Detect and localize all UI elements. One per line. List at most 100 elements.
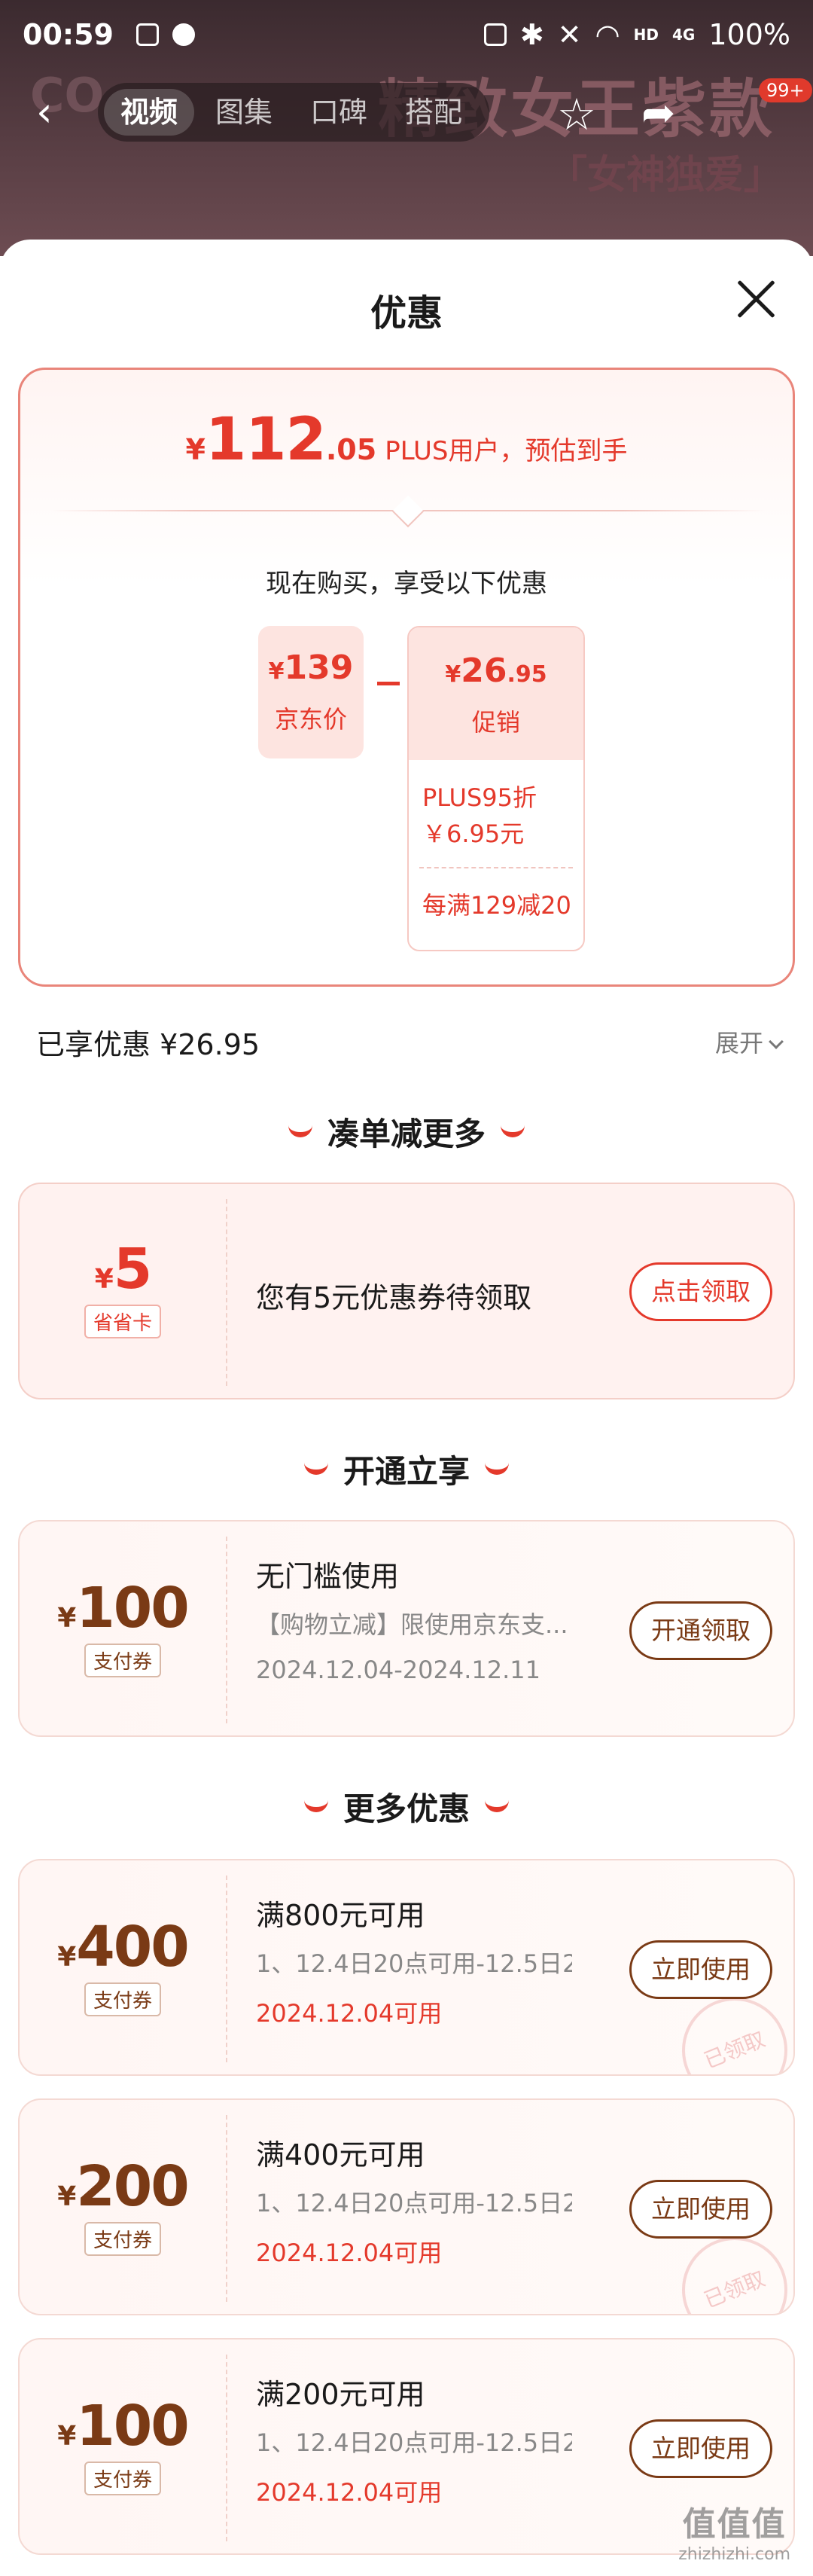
coupon-validity: 2024.12.04可用 bbox=[256, 2239, 443, 2267]
promo-item1-line2: ￥6.95元 bbox=[422, 819, 525, 848]
discount-sheet: 优惠 ¥112.05 PLUS用户，预估到手 现在购买，享受以下优惠 ¥139 … bbox=[0, 240, 813, 2576]
coupon-value: 5 bbox=[113, 1237, 152, 1302]
smile-left-icon bbox=[303, 1463, 328, 1475]
sheet-title: 优惠 bbox=[370, 292, 443, 334]
tab-gallery[interactable]: 图集 bbox=[199, 89, 289, 136]
estimated-price: ¥112.05 PLUS用户，预估到手 bbox=[20, 406, 793, 474]
enjoyed-discount-text: 已享优惠 ¥26.95 bbox=[36, 1028, 260, 1061]
product-header-background: CO 精致女王紫款 「女神独爱」 00:59 ✱ ✕ ◠ HD 4G 100% … bbox=[0, 0, 813, 256]
promo-item-full-reduction: 每满129减20 bbox=[422, 891, 571, 920]
claim-coupon-button[interactable]: 点击领取 bbox=[629, 1262, 772, 1321]
section-title-more: 更多优惠 bbox=[343, 1790, 470, 1827]
coupon-tag: 支付券 bbox=[84, 1644, 161, 1677]
coupon-description: 1、12.4日20点可用-12.5日2... bbox=[256, 2189, 572, 2217]
savings-card-coupon: ¥5 省省卡 您有5元优惠券待领取 点击领取 bbox=[18, 1183, 795, 1399]
activate-claim-button[interactable]: 开通领取 bbox=[629, 1601, 772, 1660]
gallery-notification-icon bbox=[136, 23, 159, 46]
coupon-currency: ¥ bbox=[57, 1942, 77, 1973]
wifi-icon: ◠ bbox=[595, 18, 620, 51]
payment-coupon-activate: ¥100 支付券 无门槛使用 【购物立减】限使用京东支... 2024.12.0… bbox=[18, 1520, 795, 1737]
coupon-currency: ¥ bbox=[94, 1264, 114, 1295]
favorite-star-icon[interactable]: ☆ bbox=[557, 89, 596, 140]
status-bar: 00:59 ✱ ✕ ◠ HD 4G 100% bbox=[0, 0, 813, 69]
watermark-logo: 值值值 bbox=[682, 2505, 787, 2544]
coupon-value: 100 bbox=[76, 1576, 189, 1641]
promo-currency: ¥ bbox=[445, 661, 461, 688]
coupon-description: 【购物立减】限使用京东支... bbox=[256, 1610, 568, 1639]
price-decimal: .05 bbox=[325, 433, 377, 466]
discount-breakdown-heading: 现在购买，享受以下优惠 bbox=[266, 569, 547, 599]
coupon-title: 满200元可用 bbox=[256, 2378, 425, 2411]
coupon-validity: 2024.12.04-2024.12.11 bbox=[256, 1656, 540, 1684]
smile-left-icon bbox=[303, 1800, 328, 1812]
section-heading-activate: 开通立享 bbox=[0, 1446, 813, 1492]
coupon-perforation bbox=[226, 1876, 227, 2062]
product-banner-subtitle: 「女神独爱」 bbox=[547, 153, 783, 198]
payment-coupon: ¥400 支付券 满800元可用 1、12.4日20点可用-12.5日2... … bbox=[18, 1859, 795, 2076]
battery-level: 100% bbox=[708, 18, 790, 51]
hd-icon: HD bbox=[633, 26, 659, 44]
price-integer: 112 bbox=[205, 406, 327, 474]
coupon-title: 满800元可用 bbox=[256, 1899, 425, 1932]
coupon-description: 1、12.4日20点可用-12.5日2... bbox=[256, 2428, 572, 2457]
coupon-value: 400 bbox=[76, 1915, 189, 1979]
coupon-tag: 省省卡 bbox=[84, 1305, 161, 1338]
promo-amount-int: 26 bbox=[461, 652, 507, 690]
coupon-value: 200 bbox=[76, 2154, 189, 2219]
minus-sign bbox=[377, 682, 400, 685]
section-title-combine: 凑单减更多 bbox=[327, 1116, 486, 1152]
jd-price-currency: ¥ bbox=[268, 658, 285, 685]
coupon-currency: ¥ bbox=[57, 2181, 77, 2212]
tab-reviews[interactable]: 口碑 bbox=[294, 89, 384, 136]
share-icon[interactable]: ➦ bbox=[641, 89, 675, 136]
price-currency: ¥ bbox=[185, 433, 206, 466]
coupon-tag: 支付券 bbox=[84, 2462, 161, 2495]
smile-right-icon bbox=[485, 1463, 509, 1475]
bluetooth-icon: ✱ bbox=[519, 18, 544, 51]
coupon-perforation bbox=[226, 1537, 227, 1723]
dnd-icon bbox=[172, 23, 195, 46]
watermark-url: zhizhizhi.com bbox=[678, 2545, 790, 2564]
alarm-icon bbox=[483, 23, 507, 46]
jd-price-label: 京东价 bbox=[274, 705, 347, 734]
promotion-box: ¥26.95 促销 PLUS95折 ￥6.95元 每满129减20 bbox=[407, 626, 585, 951]
smile-left-icon bbox=[288, 1125, 312, 1137]
promo-item1-line1: PLUS95折 bbox=[422, 783, 537, 812]
section-heading-more: 更多优惠 bbox=[0, 1784, 813, 1830]
coupon-currency: ¥ bbox=[57, 1603, 77, 1634]
smile-right-icon bbox=[485, 1800, 509, 1812]
section-title-activate: 开通立享 bbox=[343, 1453, 470, 1490]
close-icon[interactable] bbox=[733, 276, 778, 321]
coupon-title: 您有5元优惠券待领取 bbox=[256, 1281, 532, 1314]
back-arrow-icon[interactable]: ‹ bbox=[36, 92, 69, 133]
coupon-title: 无门槛使用 bbox=[256, 1560, 400, 1593]
payment-coupon: ¥200 支付券 满400元可用 1、12.4日20点可用-12.5日2... … bbox=[18, 2098, 795, 2315]
use-now-button[interactable]: 立即使用 bbox=[629, 1940, 772, 1999]
use-now-button[interactable]: 立即使用 bbox=[629, 2180, 772, 2239]
promo-amount-dec: .95 bbox=[507, 661, 547, 688]
coupon-tag: 支付券 bbox=[84, 1982, 161, 2016]
expand-button[interactable]: 展开 bbox=[714, 1024, 784, 1059]
section-heading-combine: 凑单减更多 bbox=[0, 1109, 813, 1155]
expand-label: 展开 bbox=[714, 1029, 763, 1058]
product-nav-bar: ‹ 视频 图集 口碑 搭配 ☆ ➦ 99+ bbox=[0, 78, 813, 146]
coupon-title: 满400元可用 bbox=[256, 2138, 425, 2172]
tab-video[interactable]: 视频 bbox=[104, 89, 195, 136]
media-tab-bar: 视频 图集 口碑 搭配 bbox=[98, 83, 489, 142]
promo-item-plus-discount: PLUS95折 ￥6.95元 bbox=[409, 760, 583, 852]
coupon-description: 1、12.4日20点可用-12.5日2... bbox=[256, 1949, 572, 1978]
chevron-down-icon bbox=[769, 1034, 784, 1049]
promo-label: 促销 bbox=[471, 708, 520, 737]
coupon-perforation bbox=[226, 2355, 227, 2541]
jd-price-box: ¥139 京东价 bbox=[258, 626, 364, 758]
use-now-button[interactable]: 立即使用 bbox=[629, 2419, 772, 2478]
tab-outfit[interactable]: 搭配 bbox=[388, 89, 479, 136]
coupon-validity: 2024.12.04可用 bbox=[256, 2478, 443, 2507]
smile-right-icon bbox=[501, 1125, 525, 1137]
coupon-currency: ¥ bbox=[57, 2421, 77, 2452]
status-time: 00:59 bbox=[23, 18, 114, 51]
coupon-value: 100 bbox=[76, 2394, 189, 2458]
coupon-validity: 2024.12.04可用 bbox=[256, 1999, 443, 2028]
coupon-perforation bbox=[226, 2115, 227, 2302]
message-count-badge: 99+ bbox=[759, 78, 812, 102]
